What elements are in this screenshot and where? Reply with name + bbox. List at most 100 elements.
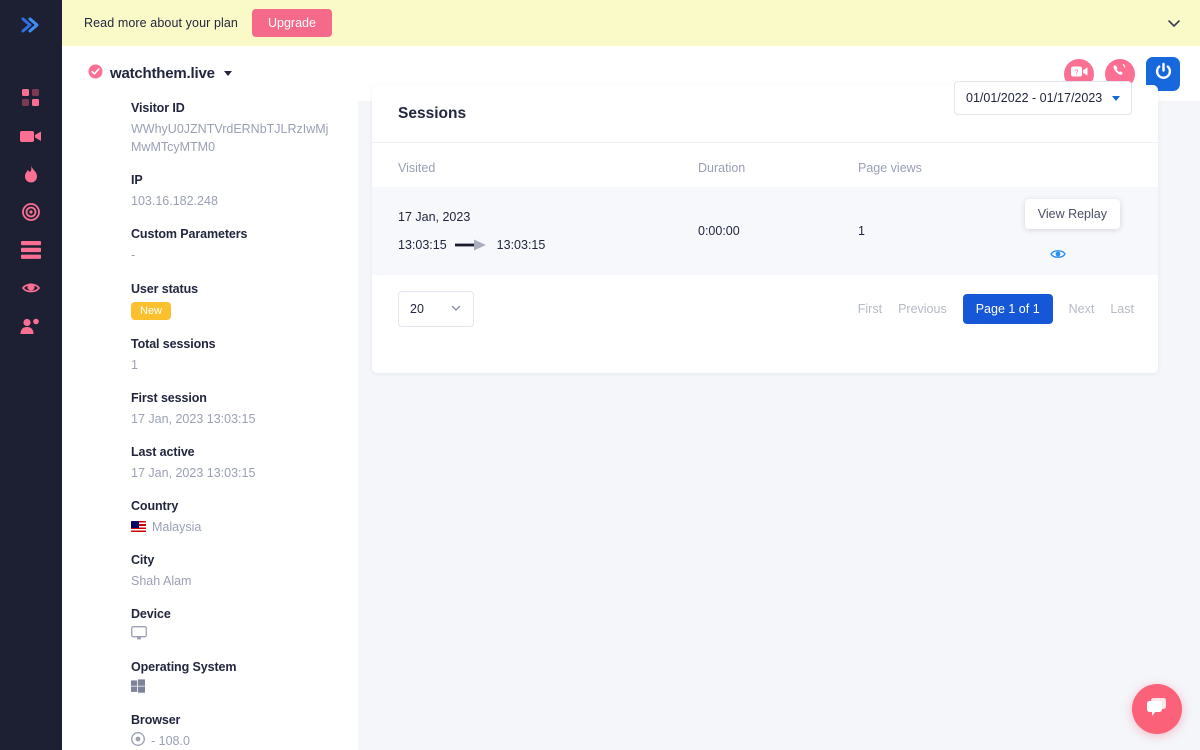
page-size-value: 20 (410, 302, 424, 316)
flag-icon (131, 521, 146, 533)
country-name: Malaysia (152, 519, 202, 534)
session-start-time: 13:03:15 (398, 238, 447, 252)
page-size-select[interactable]: 20 (398, 291, 474, 327)
eye-analytics-icon (21, 279, 41, 297)
detail-field: Visitor ID WWhyU0JZNTVrdERNbTJLRzIwMjMwMT… (131, 101, 336, 156)
detail-field-label: Device (131, 607, 171, 622)
sidebar-item-analytics[interactable] (0, 269, 62, 307)
target-icon (22, 203, 40, 221)
plan-banner: Read more about your plan Upgrade (62, 0, 1200, 46)
pagination-last[interactable]: Last (1110, 302, 1134, 316)
detail-field-value: - (131, 248, 136, 263)
chevron-down-icon[interactable] (1166, 15, 1182, 31)
detail-field-value (131, 626, 336, 643)
detail-field: Browser - 108.0 (131, 713, 336, 749)
detail-field-value: 1 (131, 357, 138, 372)
sidebar-item-heatmaps[interactable] (0, 155, 62, 193)
sidebar-item-goals[interactable] (0, 193, 62, 231)
chat-bubbles-icon (1144, 695, 1170, 724)
users-icon (20, 317, 42, 335)
detail-field: User status New (131, 282, 336, 320)
column-header-page-views: Page views (858, 161, 922, 175)
server-stack-icon (21, 241, 41, 259)
detail-field-label: Total sessions (131, 336, 216, 351)
sidebar-expand-button[interactable] (11, 7, 51, 47)
eye-icon (1050, 247, 1066, 264)
detail-field: Device (131, 607, 336, 643)
date-range-picker[interactable]: 01/01/2022 - 01/17/2023 (954, 81, 1132, 115)
pagination-next[interactable]: Next (1069, 302, 1095, 316)
pagination-current[interactable]: Page 1 of 1 (962, 294, 1053, 324)
sidebar-item-segments[interactable] (0, 231, 62, 269)
detail-field: Country Malaysia (131, 499, 336, 536)
detail-field-label: Custom Parameters (131, 227, 248, 242)
session-page-views: 1 (858, 224, 865, 238)
view-replay-tooltip: View Replay (1024, 199, 1120, 229)
detail-field-label: IP (131, 173, 143, 188)
double-chevron-right-icon (19, 15, 43, 40)
detail-field-label: First session (131, 390, 207, 405)
site-name: watchthem.live (110, 65, 215, 82)
detail-field: Last active 17 Jan, 2023 13:03:15 (131, 445, 336, 482)
dashboard-grid-icon (22, 89, 40, 107)
detail-field-value: Malaysia (131, 518, 336, 536)
visited-cell: 17 Jan, 2023 13:03:15 13:03:15 (398, 210, 698, 252)
detail-field: Custom Parameters - (131, 227, 336, 264)
view-replay-button[interactable] (1050, 247, 1066, 265)
app-root: Read more about your plan Upgrade watcht… (0, 0, 1200, 750)
page-title: Sessions (398, 104, 467, 122)
caret-down-icon (223, 71, 232, 76)
session-end-time: 13:03:15 (496, 238, 546, 252)
detail-field-label: User status (131, 281, 198, 296)
site-selector[interactable]: watchthem.live (88, 64, 232, 84)
sessions-table: Visited Duration Page views 17 Jan, 2023… (372, 143, 1158, 327)
pagination-previous[interactable]: Previous (898, 302, 947, 316)
detail-field-label: Last active (131, 444, 195, 459)
session-times: 13:03:15 13:03:15 (398, 238, 698, 252)
detail-field-value: 17 Jan, 2023 13:03:15 (131, 465, 256, 480)
table-header-row: Visited Duration Page views (372, 143, 1158, 187)
session-date: 17 Jan, 2023 (398, 210, 471, 224)
device-icon (131, 626, 147, 643)
detail-field-value: - 108.0 (131, 732, 336, 749)
sessions-card: Sessions 01/01/2022 - 01/17/2023 Visited… (372, 81, 1158, 373)
chevron-down-icon (450, 302, 462, 317)
visitor-detail-list: Visitor ID WWhyU0JZNTVrdERNbTJLRzIwMjMwMT… (62, 101, 358, 750)
table-footer: 20 First Previous Page 1 of 1 Next Last (372, 275, 1158, 327)
detail-field-label: City (131, 553, 155, 567)
detail-field-label: Visitor ID (131, 101, 185, 115)
status-badge: New (131, 301, 172, 320)
detail-field: Operating System (131, 660, 336, 696)
detail-field-value: 103.16.182.248 (131, 194, 218, 209)
sessions-card-header: Sessions 01/01/2022 - 01/17/2023 (372, 81, 1158, 143)
detail-field: Total sessions 1 (131, 337, 336, 374)
video-camera-icon (20, 128, 42, 144)
chat-widget-button[interactable] (1132, 684, 1182, 734)
browser-icon (131, 732, 145, 749)
detail-field: First session 17 Jan, 2023 13:03:15 (131, 391, 336, 428)
upgrade-button[interactable]: Upgrade (251, 9, 332, 37)
arrow-right-icon (454, 238, 489, 252)
visitor-detail-panel: Visitor ID WWhyU0JZNTVrdERNbTJLRzIwMjMwMT… (62, 101, 358, 750)
sidebar-item-visitors[interactable] (0, 307, 62, 345)
session-duration: 0:00:00 (698, 224, 740, 238)
os-icon (131, 679, 145, 696)
sidebar-item-dashboard[interactable] (0, 79, 62, 117)
table-row[interactable]: 17 Jan, 2023 13:03:15 13:03:15 0:00:00 1… (372, 187, 1158, 275)
pagination-first[interactable]: First (858, 302, 882, 316)
power-icon (1154, 62, 1173, 86)
detail-field: IP 103.16.182.248 (131, 173, 336, 210)
date-range-value: 01/01/2022 - 01/17/2023 (966, 91, 1103, 105)
pagination: First Previous Page 1 of 1 Next Last (858, 294, 1134, 324)
detail-field-value: Shah Alam (131, 574, 192, 588)
caret-down-icon (1112, 95, 1120, 101)
detail-field-value (131, 679, 336, 696)
detail-field-label: Operating System (131, 660, 237, 675)
banner-text: Read more about your plan (84, 16, 238, 30)
flame-icon (23, 164, 39, 184)
detail-field-value: WWhyU0JZNTVrdERNbTJLRzIwMjMwMTcyMTM0 (131, 122, 329, 155)
detail-field-label: Country (131, 498, 179, 513)
detail-field: City Shah Alam (131, 553, 336, 590)
sidebar-item-recordings[interactable] (0, 117, 62, 155)
svg-text:?: ? (1074, 69, 1078, 76)
